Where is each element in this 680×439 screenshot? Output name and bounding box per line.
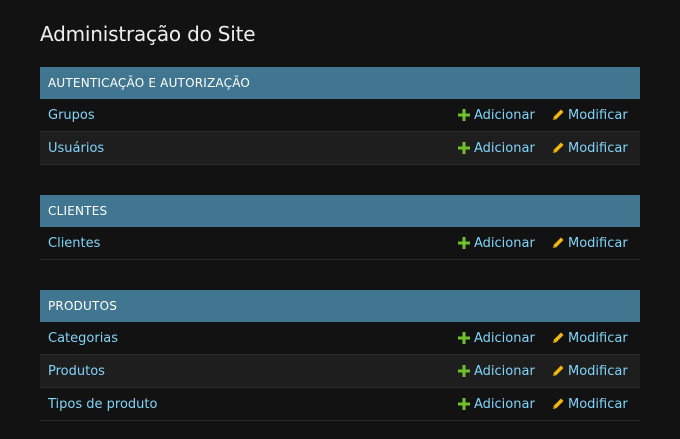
produtos-change-label: Modificar	[568, 364, 628, 379]
plus-icon	[458, 364, 470, 377]
tipos-produto-add-link[interactable]: Adicionar	[458, 397, 535, 412]
plus-icon	[458, 397, 470, 410]
groups-add-link[interactable]: Adicionar	[458, 108, 535, 123]
clientes-link[interactable]: Clientes	[48, 236, 100, 251]
tipos-produto-change-link[interactable]: Modificar	[552, 397, 628, 412]
groups-change-link[interactable]: Modificar	[552, 108, 628, 123]
model-row-categorias: Categorias Adicionar Modificar	[40, 322, 640, 355]
module-produtos: PRODUTOS Categorias Adicionar Modificar …	[40, 290, 640, 421]
users-change-label: Modificar	[568, 141, 628, 156]
categorias-change-label: Modificar	[568, 331, 628, 346]
categorias-link[interactable]: Categorias	[48, 331, 118, 346]
clientes-add-link[interactable]: Adicionar	[458, 236, 535, 251]
users-add-link[interactable]: Adicionar	[458, 141, 535, 156]
groups-change-label: Modificar	[568, 108, 628, 123]
module-header-clientes[interactable]: CLIENTES	[40, 195, 640, 227]
module-auth: AUTENTICAÇÃO E AUTORIZAÇÃO Grupos Adicio…	[40, 67, 640, 165]
pencil-icon	[553, 237, 564, 248]
users-add-label: Adicionar	[474, 141, 535, 156]
page-title: Administração do Site	[40, 22, 256, 46]
categorias-add-label: Adicionar	[474, 331, 535, 346]
tipos-produto-change-label: Modificar	[568, 397, 628, 412]
module-header-produtos[interactable]: PRODUTOS	[40, 290, 640, 322]
plus-icon	[458, 331, 470, 344]
model-row-produtos: Produtos Adicionar Modificar	[40, 355, 640, 388]
users-link[interactable]: Usuários	[48, 141, 104, 156]
model-row-tipos-produto: Tipos de produto Adicionar Modificar	[40, 388, 640, 421]
module-clientes: CLIENTES Clientes Adicionar Modificar	[40, 195, 640, 260]
clientes-change-link[interactable]: Modificar	[552, 236, 628, 251]
clientes-add-label: Adicionar	[474, 236, 535, 251]
pencil-icon	[553, 365, 564, 376]
produtos-add-label: Adicionar	[474, 364, 535, 379]
model-row-groups: Grupos Adicionar Modificar	[40, 99, 640, 132]
produtos-change-link[interactable]: Modificar	[552, 364, 628, 379]
users-change-link[interactable]: Modificar	[552, 141, 628, 156]
plus-icon	[458, 108, 470, 121]
model-row-clientes: Clientes Adicionar Modificar	[40, 227, 640, 260]
produtos-add-link[interactable]: Adicionar	[458, 364, 535, 379]
categorias-change-link[interactable]: Modificar	[552, 331, 628, 346]
plus-icon	[458, 141, 470, 154]
tipos-produto-link[interactable]: Tipos de produto	[48, 397, 157, 412]
categorias-add-link[interactable]: Adicionar	[458, 331, 535, 346]
pencil-icon	[553, 332, 564, 343]
clientes-change-label: Modificar	[568, 236, 628, 251]
pencil-icon	[553, 398, 564, 409]
model-row-users: Usuários Adicionar Modificar	[40, 132, 640, 165]
plus-icon	[458, 236, 470, 249]
produtos-link[interactable]: Produtos	[48, 364, 105, 379]
module-header-auth[interactable]: AUTENTICAÇÃO E AUTORIZAÇÃO	[40, 67, 640, 99]
groups-link[interactable]: Grupos	[48, 108, 95, 123]
groups-add-label: Adicionar	[474, 108, 535, 123]
tipos-produto-add-label: Adicionar	[474, 397, 535, 412]
pencil-icon	[553, 109, 564, 120]
pencil-icon	[553, 142, 564, 153]
